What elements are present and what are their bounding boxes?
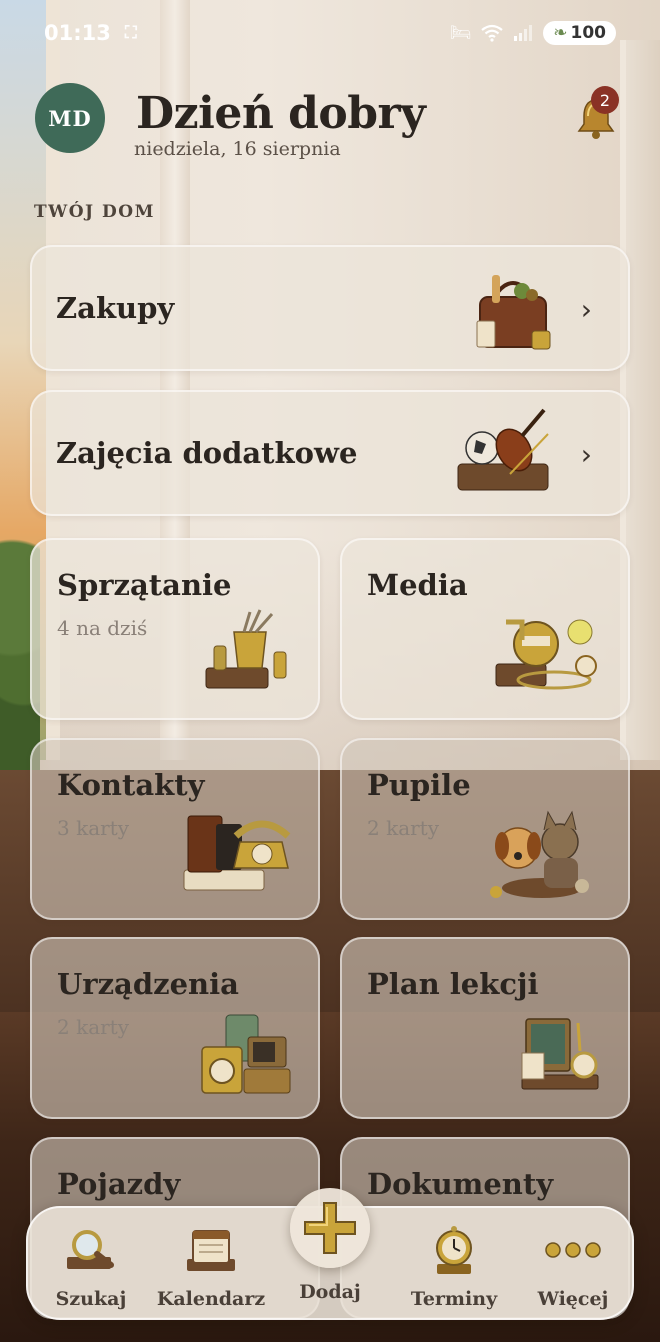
card-media[interactable]: Media bbox=[340, 538, 630, 720]
cleaning-bucket-icon bbox=[205, 609, 287, 689]
telephone-icon bbox=[183, 815, 291, 891]
card-zakupy[interactable]: Zakupy › bbox=[30, 245, 630, 371]
battery-level: 100 bbox=[570, 23, 607, 43]
card-title: Plan lekcji bbox=[367, 967, 539, 1001]
card-title: Sprzątanie bbox=[57, 568, 232, 602]
card-subtitle: 4 na dziś bbox=[57, 616, 148, 640]
nav-appointments[interactable]: Terminy bbox=[399, 1224, 509, 1310]
card-title: Pupile bbox=[367, 768, 471, 802]
card-title: Zajęcia dodatkowe bbox=[56, 436, 358, 470]
card-title: Urządzenia bbox=[57, 967, 239, 1001]
nav-add-label: Dodaj bbox=[299, 1281, 361, 1303]
nav-label: Więcej bbox=[537, 1288, 609, 1310]
chevron-right-icon: › bbox=[580, 293, 592, 326]
utility-meter-icon bbox=[495, 619, 597, 690]
calendar-icon bbox=[187, 1230, 235, 1271]
nav-label: Terminy bbox=[410, 1288, 498, 1310]
section-title: TWÓJ DOM bbox=[34, 202, 155, 222]
chevron-right-icon: › bbox=[580, 438, 592, 471]
avatar[interactable]: MD bbox=[35, 83, 105, 153]
card-pupile[interactable]: Pupile 2 karty bbox=[340, 738, 630, 920]
wifi-icon bbox=[481, 24, 503, 42]
add-button[interactable] bbox=[290, 1188, 370, 1268]
violin-ball-icon bbox=[457, 408, 549, 491]
card-title: Media bbox=[367, 568, 468, 602]
card-zajecia-dodatkowe[interactable]: Zajęcia dodatkowe › bbox=[30, 390, 630, 516]
magnifier-icon bbox=[67, 1230, 114, 1269]
nav-more[interactable]: Więcej bbox=[518, 1224, 628, 1310]
card-plan-lekcji[interactable]: Plan lekcji bbox=[340, 937, 630, 1119]
card-subtitle: 2 karty bbox=[57, 1015, 130, 1039]
status-time: 01:13 bbox=[44, 21, 111, 45]
shopping-bag-icon bbox=[476, 275, 551, 350]
clock-icon bbox=[436, 1226, 472, 1274]
plus-icon bbox=[304, 1202, 356, 1254]
card-title: Zakupy bbox=[56, 291, 175, 325]
pets-icon bbox=[490, 810, 589, 898]
card-sprzatanie[interactable]: Sprzątanie 4 na dziś bbox=[30, 538, 320, 720]
card-title: Kontakty bbox=[57, 768, 205, 802]
notification-badge: 2 bbox=[591, 86, 619, 114]
card-title: Dokumenty bbox=[367, 1167, 554, 1201]
date-subtitle: niedziela, 16 sierpnia bbox=[134, 138, 341, 160]
card-urzadzenia[interactable]: Urządzenia 2 karty bbox=[30, 937, 320, 1119]
nav-calendar[interactable]: Kalendarz bbox=[154, 1224, 268, 1310]
nav-label: Kalendarz bbox=[156, 1288, 266, 1310]
more-dots-icon bbox=[545, 1242, 601, 1258]
battery-indicator: ❧ 100 bbox=[543, 21, 616, 45]
chalkboard-icon bbox=[521, 1018, 599, 1090]
nav-label: Szukaj bbox=[55, 1288, 127, 1310]
sleep-icon: 🛏 bbox=[449, 23, 472, 43]
card-kontakty[interactable]: Kontakty 3 karty bbox=[30, 738, 320, 920]
card-title: Pojazdy bbox=[57, 1167, 181, 1201]
status-bar: 01:13 ⛶ 🛏 ❧ 100 bbox=[0, 0, 660, 66]
leaf-icon: ❧ bbox=[553, 23, 568, 43]
appliances-icon bbox=[201, 1014, 291, 1094]
signal-icon bbox=[514, 25, 533, 41]
screenshot-icon: ⛶ bbox=[124, 23, 137, 43]
card-subtitle: 3 karty bbox=[57, 816, 130, 840]
card-subtitle: 2 karty bbox=[367, 816, 440, 840]
avatar-initials: MD bbox=[48, 105, 92, 131]
greeting-title: Dzień dobry bbox=[136, 88, 426, 139]
nav-search[interactable]: Szukaj bbox=[36, 1224, 146, 1310]
